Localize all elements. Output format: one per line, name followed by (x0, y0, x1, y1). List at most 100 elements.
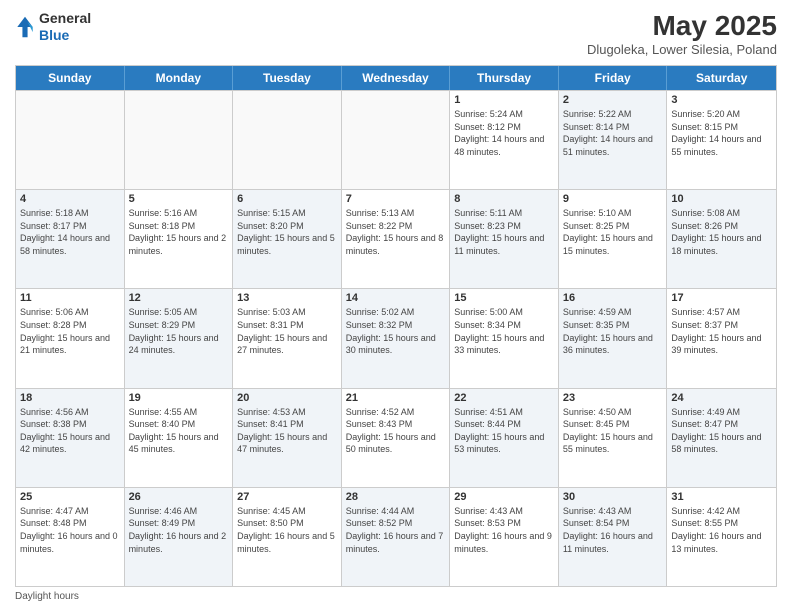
day-number: 24 (671, 392, 772, 404)
cal-week: 11 Sunrise: 5:06 AM Sunset: 8:28 PM Dayli… (16, 288, 776, 387)
cal-cell (16, 91, 125, 189)
day-info: Sunrise: 4:47 AM Sunset: 8:48 PM Dayligh… (20, 505, 120, 555)
day-number: 22 (454, 392, 554, 404)
cal-cell: 27 Sunrise: 4:45 AM Sunset: 8:50 PM Dayli… (233, 488, 342, 586)
cal-cell: 31 Sunrise: 4:42 AM Sunset: 8:55 PM Dayli… (667, 488, 776, 586)
day-info: Sunrise: 5:18 AM Sunset: 8:17 PM Dayligh… (20, 207, 120, 257)
day-number: 3 (671, 94, 772, 106)
day-number: 6 (237, 193, 337, 205)
day-number: 20 (237, 392, 337, 404)
cal-week: 1 Sunrise: 5:24 AM Sunset: 8:12 PM Daylig… (16, 90, 776, 189)
day-info: Sunrise: 5:05 AM Sunset: 8:29 PM Dayligh… (129, 306, 229, 356)
logo-icon (15, 15, 35, 39)
day-number: 1 (454, 94, 554, 106)
day-info: Sunrise: 5:11 AM Sunset: 8:23 PM Dayligh… (454, 207, 554, 257)
day-number: 29 (454, 491, 554, 503)
day-number: 9 (563, 193, 663, 205)
cal-cell: 16 Sunrise: 4:59 AM Sunset: 8:35 PM Dayli… (559, 289, 668, 387)
day-number: 16 (563, 292, 663, 304)
day-info: Sunrise: 4:59 AM Sunset: 8:35 PM Dayligh… (563, 306, 663, 356)
cal-cell: 25 Sunrise: 4:47 AM Sunset: 8:48 PM Dayli… (16, 488, 125, 586)
day-info: Sunrise: 4:44 AM Sunset: 8:52 PM Dayligh… (346, 505, 446, 555)
cal-cell: 11 Sunrise: 5:06 AM Sunset: 8:28 PM Dayli… (16, 289, 125, 387)
cal-header-cell: Friday (559, 66, 668, 90)
cal-cell (342, 91, 451, 189)
day-info: Sunrise: 4:57 AM Sunset: 8:37 PM Dayligh… (671, 306, 772, 356)
main-title: May 2025 (587, 10, 777, 42)
day-info: Sunrise: 4:52 AM Sunset: 8:43 PM Dayligh… (346, 406, 446, 456)
cal-header-cell: Tuesday (233, 66, 342, 90)
day-number: 15 (454, 292, 554, 304)
page: General Blue May 2025 Dlugoleka, Lower S… (0, 0, 792, 612)
cal-cell: 3 Sunrise: 5:20 AM Sunset: 8:15 PM Daylig… (667, 91, 776, 189)
cal-cell: 23Sunrise: 4:50 AM Sunset: 8:45 PM Dayli… (559, 389, 668, 487)
cal-cell: 15 Sunrise: 5:00 AM Sunset: 8:34 PM Dayli… (450, 289, 559, 387)
cal-cell: 6 Sunrise: 5:15 AM Sunset: 8:20 PM Daylig… (233, 190, 342, 288)
day-info: Sunrise: 5:03 AM Sunset: 8:31 PM Dayligh… (237, 306, 337, 356)
day-info: Sunrise: 5:22 AM Sunset: 8:14 PM Dayligh… (563, 108, 663, 158)
cal-cell: 2 Sunrise: 5:22 AM Sunset: 8:14 PM Daylig… (559, 91, 668, 189)
day-info: Sunrise: 5:00 AM Sunset: 8:34 PM Dayligh… (454, 306, 554, 356)
cal-cell: 14Sunrise: 5:02 AM Sunset: 8:32 PM Dayli… (342, 289, 451, 387)
day-number: 23 (563, 392, 663, 404)
cal-cell: 9 Sunrise: 5:10 AM Sunset: 8:25 PM Daylig… (559, 190, 668, 288)
calendar: SundayMondayTuesdayWednesdayThursdayFrid… (15, 65, 777, 587)
logo: General Blue (15, 10, 91, 44)
cal-week: 4 Sunrise: 5:18 AM Sunset: 8:17 PM Daylig… (16, 189, 776, 288)
day-info: Sunrise: 5:08 AM Sunset: 8:26 PM Dayligh… (671, 207, 772, 257)
day-info: Sunrise: 4:43 AM Sunset: 8:53 PM Dayligh… (454, 505, 554, 555)
day-info: Sunrise: 4:42 AM Sunset: 8:55 PM Dayligh… (671, 505, 772, 555)
cal-cell: 29 Sunrise: 4:43 AM Sunset: 8:53 PM Dayli… (450, 488, 559, 586)
day-number: 31 (671, 491, 772, 503)
day-info: Sunrise: 5:16 AM Sunset: 8:18 PM Dayligh… (129, 207, 229, 257)
day-info: Sunrise: 4:56 AM Sunset: 8:38 PM Dayligh… (20, 406, 120, 456)
day-number: 4 (20, 193, 120, 205)
day-info: Sunrise: 4:45 AM Sunset: 8:50 PM Dayligh… (237, 505, 337, 555)
day-number: 17 (671, 292, 772, 304)
logo-blue: Blue (39, 27, 91, 44)
cal-cell (233, 91, 342, 189)
cal-cell: 28 Sunrise: 4:44 AM Sunset: 8:52 PM Dayli… (342, 488, 451, 586)
cal-cell: 22 Sunrise: 4:51 AM Sunset: 8:44 PM Dayli… (450, 389, 559, 487)
day-number: 19 (129, 392, 229, 404)
day-number: 25 (20, 491, 120, 503)
cal-cell: 19 Sunrise: 4:55 AM Sunset: 8:40 PM Dayli… (125, 389, 234, 487)
cal-cell: 17 Sunrise: 4:57 AM Sunset: 8:37 PM Dayli… (667, 289, 776, 387)
cal-week: 18 Sunrise: 4:56 AM Sunset: 8:38 PM Dayli… (16, 388, 776, 487)
cal-cell: 30Sunrise: 4:43 AM Sunset: 8:54 PM Dayli… (559, 488, 668, 586)
cal-cell: 21Sunrise: 4:52 AM Sunset: 8:43 PM Dayli… (342, 389, 451, 487)
day-number: 26 (129, 491, 229, 503)
day-info: Sunrise: 4:53 AM Sunset: 8:41 PM Dayligh… (237, 406, 337, 456)
day-info: Sunrise: 5:06 AM Sunset: 8:28 PM Dayligh… (20, 306, 120, 356)
header: General Blue May 2025 Dlugoleka, Lower S… (15, 10, 777, 57)
cal-header-cell: Sunday (16, 66, 125, 90)
cal-cell: 20 Sunrise: 4:53 AM Sunset: 8:41 PM Dayli… (233, 389, 342, 487)
day-info: Sunrise: 4:51 AM Sunset: 8:44 PM Dayligh… (454, 406, 554, 456)
day-number: 7 (346, 193, 446, 205)
cal-header-cell: Monday (125, 66, 234, 90)
cal-cell: 8Sunrise: 5:11 AM Sunset: 8:23 PM Daylig… (450, 190, 559, 288)
logo-general: General (39, 10, 91, 27)
cal-week: 25 Sunrise: 4:47 AM Sunset: 8:48 PM Dayli… (16, 487, 776, 586)
day-info: Sunrise: 5:24 AM Sunset: 8:12 PM Dayligh… (454, 108, 554, 158)
day-info: Sunrise: 4:55 AM Sunset: 8:40 PM Dayligh… (129, 406, 229, 456)
day-number: 11 (20, 292, 120, 304)
cal-cell: 26Sunrise: 4:46 AM Sunset: 8:49 PM Dayli… (125, 488, 234, 586)
day-info: Sunrise: 4:49 AM Sunset: 8:47 PM Dayligh… (671, 406, 772, 456)
day-number: 18 (20, 392, 120, 404)
cal-cell: 24 Sunrise: 4:49 AM Sunset: 8:47 PM Dayli… (667, 389, 776, 487)
day-number: 2 (563, 94, 663, 106)
day-info: Sunrise: 5:10 AM Sunset: 8:25 PM Dayligh… (563, 207, 663, 257)
cal-cell: 5Sunrise: 5:16 AM Sunset: 8:18 PM Daylig… (125, 190, 234, 288)
day-number: 30 (563, 491, 663, 503)
location-subtitle: Dlugoleka, Lower Silesia, Poland (587, 42, 777, 57)
calendar-body: 1 Sunrise: 5:24 AM Sunset: 8:12 PM Daylig… (16, 90, 776, 586)
cal-header-cell: Thursday (450, 66, 559, 90)
cal-cell: 13Sunrise: 5:03 AM Sunset: 8:31 PM Dayli… (233, 289, 342, 387)
day-number: 12 (129, 292, 229, 304)
day-info: Sunrise: 5:20 AM Sunset: 8:15 PM Dayligh… (671, 108, 772, 158)
daylight-label: Daylight hours (15, 591, 79, 602)
day-number: 27 (237, 491, 337, 503)
day-number: 28 (346, 491, 446, 503)
day-info: Sunrise: 5:15 AM Sunset: 8:20 PM Dayligh… (237, 207, 337, 257)
